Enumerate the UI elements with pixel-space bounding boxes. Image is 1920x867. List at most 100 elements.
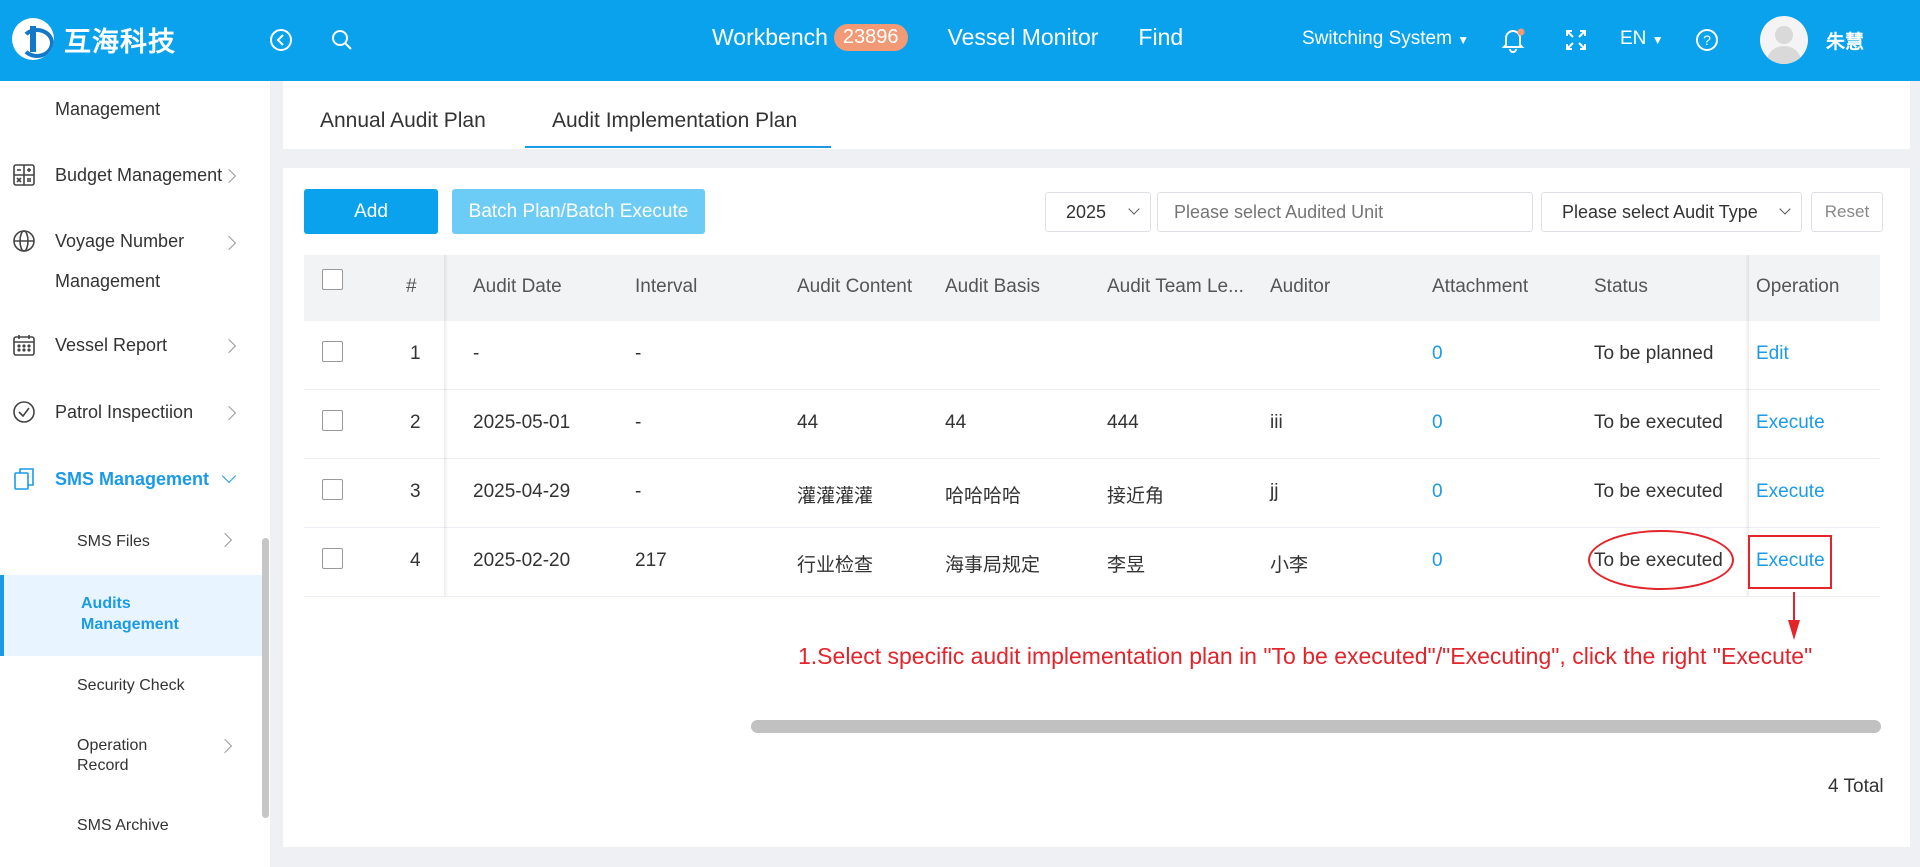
sidebar-item-label: Vessel Report <box>55 335 168 355</box>
attachment-count-link[interactable]: 0 <box>1432 550 1443 572</box>
sidebar-item-vessel-report[interactable]: Vessel Report <box>0 333 262 373</box>
main-nav: Workbench 23896 Vessel Monitor Find <box>712 24 1223 51</box>
top-navigation-bar: 互海科技 Workbench 23896 Vessel Monitor Find… <box>0 0 1920 81</box>
table-row[interactable]: 2 2025-05-01 - 44 44 444 iii 0 To be exe… <box>304 390 1880 459</box>
cell-audit-date: 2025-04-29 <box>473 481 571 502</box>
attachment-count-link[interactable]: 0 <box>1432 412 1443 434</box>
sidebar-item-management[interactable]: Management <box>0 99 262 129</box>
cell-auditor: jj <box>1270 481 1279 502</box>
tab-annual-audit-plan[interactable]: Annual Audit Plan <box>320 109 486 133</box>
globe-icon <box>12 229 36 253</box>
sidebar-item-label: Management <box>55 99 161 119</box>
cell-index: 3 <box>410 481 421 502</box>
nav-vessel-monitor[interactable]: Vessel Monitor <box>948 24 1099 51</box>
fixed-column-shadow-left <box>444 255 448 596</box>
instruction-annotation: 1.Select specific audit implementation p… <box>798 643 1813 669</box>
chevron-right-icon <box>217 532 233 548</box>
cell-auditor: 小李 <box>1270 555 1309 576</box>
attachment-count-link[interactable]: 0 <box>1432 343 1443 365</box>
tab-audit-implementation-plan[interactable]: Audit Implementation Plan <box>552 109 797 133</box>
status-highlight-oval <box>1588 530 1734 590</box>
row-checkbox[interactable] <box>322 341 343 362</box>
arrow-down-icon <box>1788 592 1800 640</box>
logo[interactable]: 互海科技 <box>12 18 176 60</box>
sidebar-scrollbar[interactable] <box>262 538 269 818</box>
cell-status: To be executed <box>1594 412 1723 433</box>
table-header: # Audit Date Interval Audit Content Audi… <box>304 255 1880 321</box>
nav-find[interactable]: Find <box>1138 24 1183 51</box>
chevron-right-icon <box>221 235 237 251</box>
sidebar-item-budget-management[interactable]: Budget Management <box>0 163 262 203</box>
sidebar-item-sms-management[interactable]: SMS Management <box>0 467 262 507</box>
chevron-down-icon <box>1128 203 1140 215</box>
sidebar-subitem-label-line2: Management <box>81 616 179 633</box>
cell-auditor: iii <box>1270 412 1283 433</box>
attachment-count-link[interactable]: 0 <box>1432 481 1443 503</box>
check-circle-icon <box>12 400 36 424</box>
logo-text: 互海科技 <box>64 26 176 58</box>
username[interactable]: 朱慧 <box>1826 27 1864 54</box>
sidebar-subitem-label: Audits <box>81 595 131 612</box>
sidebar-item-voyage-number-management[interactable]: Voyage Number Management <box>0 229 262 309</box>
audited-unit-input[interactable] <box>1157 192 1533 232</box>
table-row[interactable]: 3 2025-04-29 - 灌灌灌灌 哈哈哈哈 接近角 jj 0 To be … <box>304 459 1880 528</box>
chevron-right-icon <box>221 338 237 354</box>
cell-audit-content: 灌灌灌灌 <box>797 486 874 507</box>
sidebar-subitem-security-check[interactable]: Security Check <box>0 677 262 717</box>
column-header-interval: Interval <box>635 276 698 297</box>
cell-team-leader: 李昱 <box>1107 555 1146 576</box>
reset-button[interactable]: Reset <box>1811 192 1883 232</box>
chevron-down-icon <box>1779 203 1791 215</box>
caret-down-icon: ▼ <box>1651 33 1664 47</box>
batch-plan-execute-button[interactable]: Batch Plan/Batch Execute <box>452 189 705 234</box>
sidebar-subitem-operation-record[interactable]: Operation Record <box>0 737 262 787</box>
cell-interval: 217 <box>635 550 667 571</box>
row-checkbox[interactable] <box>322 410 343 431</box>
select-all-checkbox[interactable] <box>322 269 343 290</box>
documents-icon <box>12 467 36 491</box>
search-icon[interactable] <box>328 26 356 54</box>
caret-down-icon: ▼ <box>1457 33 1470 47</box>
sidebar-subitem-sms-archive[interactable]: SMS Archive <box>0 817 262 857</box>
column-header-operation: Operation <box>1756 276 1840 297</box>
avatar[interactable] <box>1760 16 1808 64</box>
switching-system-dropdown[interactable]: Switching System ▼ <box>1302 28 1469 50</box>
chevron-right-icon <box>221 168 237 184</box>
year-select[interactable]: 2025 <box>1045 192 1151 232</box>
language-label: EN <box>1620 28 1647 49</box>
year-select-value: 2025 <box>1066 201 1107 222</box>
cell-audit-basis: 哈哈哈哈 <box>945 486 1022 507</box>
sidebar-subitem-label: SMS Archive <box>77 817 169 834</box>
edit-link[interactable]: Edit <box>1756 343 1789 365</box>
add-button[interactable]: Add <box>304 189 438 234</box>
sidebar-item-label: Voyage Number <box>55 231 185 251</box>
fullscreen-icon[interactable] <box>1562 26 1590 54</box>
sidebar-subitem-sms-files[interactable]: SMS Files <box>0 531 262 571</box>
row-checkbox[interactable] <box>322 479 343 500</box>
cell-audit-content: 行业检查 <box>797 555 874 576</box>
table-horizontal-scrollbar[interactable] <box>751 720 1881 733</box>
cell-audit-date: - <box>473 343 480 364</box>
workbench-badge: 23896 <box>833 24 908 51</box>
cell-audit-date: 2025-05-01 <box>473 412 571 433</box>
language-dropdown[interactable]: EN ▼ <box>1620 28 1664 50</box>
sidebar-item-label: Budget Management <box>55 165 223 185</box>
row-checkbox[interactable] <box>322 548 343 569</box>
help-icon[interactable]: ? <box>1693 26 1721 54</box>
cell-index: 2 <box>410 412 421 433</box>
audit-type-select[interactable]: Please select Audit Type <box>1541 192 1802 232</box>
execute-link[interactable]: Execute <box>1756 481 1825 503</box>
cell-team-leader: 接近角 <box>1107 486 1165 507</box>
chevron-right-icon <box>217 738 233 754</box>
cell-interval: - <box>635 343 642 364</box>
execute-link[interactable]: Execute <box>1756 412 1825 434</box>
cell-interval: - <box>635 412 642 433</box>
table-row[interactable]: 1 - - 0 To be planned Edit <box>304 321 1880 390</box>
nav-workbench[interactable]: Workbench <box>712 24 828 51</box>
notification-bell-icon[interactable] <box>1499 26 1527 54</box>
column-header-audit-content: Audit Content <box>797 276 913 297</box>
sidebar-subitem-audits-management[interactable]: Audits Management <box>0 575 262 656</box>
back-icon[interactable] <box>267 26 295 54</box>
cell-audit-date: 2025-02-20 <box>473 550 571 571</box>
sidebar-item-patrol-inspection[interactable]: Patrol Inspectiion <box>0 400 262 440</box>
